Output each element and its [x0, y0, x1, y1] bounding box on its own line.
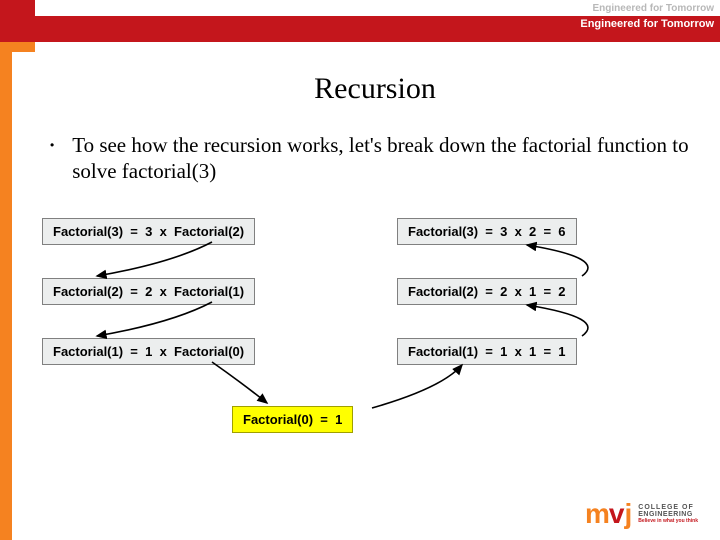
- arrows-svg: [42, 218, 682, 448]
- sidebar-tab: [12, 42, 35, 52]
- logo-letter-v: v: [609, 498, 625, 530]
- logo-line3: Believe in what you think: [638, 519, 698, 524]
- logo-letter-j: j: [624, 498, 632, 530]
- box-fact3-result: Factorial(3) = 3 x 2 = 6: [397, 218, 577, 245]
- box-fact2-result: Factorial(2) = 2 x 1 = 2: [397, 278, 577, 305]
- body-text: • To see how the recursion works, let's …: [38, 132, 712, 185]
- box-fact0-base: Factorial(0) = 1: [232, 406, 353, 433]
- sidebar-accent: [0, 0, 12, 540]
- box-fact1-result: Factorial(1) = 1 x 1 = 1: [397, 338, 577, 365]
- tagline-ghost: Engineered for Tomorrow: [593, 3, 715, 14]
- college-logo: mvj COLLEGE OF ENGINEERING Believe in wh…: [585, 498, 698, 530]
- header-corner: [0, 0, 35, 42]
- box-fact1-expand: Factorial(1) = 1 x Factorial(0): [42, 338, 255, 365]
- box-fact2-expand: Factorial(2) = 2 x Factorial(1): [42, 278, 255, 305]
- logo-letter-m: m: [585, 498, 609, 530]
- logo-line2: ENGINEERING: [638, 511, 698, 518]
- box-fact3-expand: Factorial(3) = 3 x Factorial(2): [42, 218, 255, 245]
- logo-text: COLLEGE OF ENGINEERING Believe in what y…: [638, 504, 698, 524]
- page-title: Recursion: [38, 72, 712, 106]
- tagline: Engineered for Tomorrow: [580, 18, 714, 30]
- logo-line1: COLLEGE OF: [638, 504, 698, 511]
- body-paragraph: To see how the recursion works, let's br…: [72, 132, 702, 185]
- bullet-icon: •: [50, 138, 54, 185]
- recursion-diagram: Factorial(3) = 3 x Factorial(2) Factoria…: [42, 218, 682, 488]
